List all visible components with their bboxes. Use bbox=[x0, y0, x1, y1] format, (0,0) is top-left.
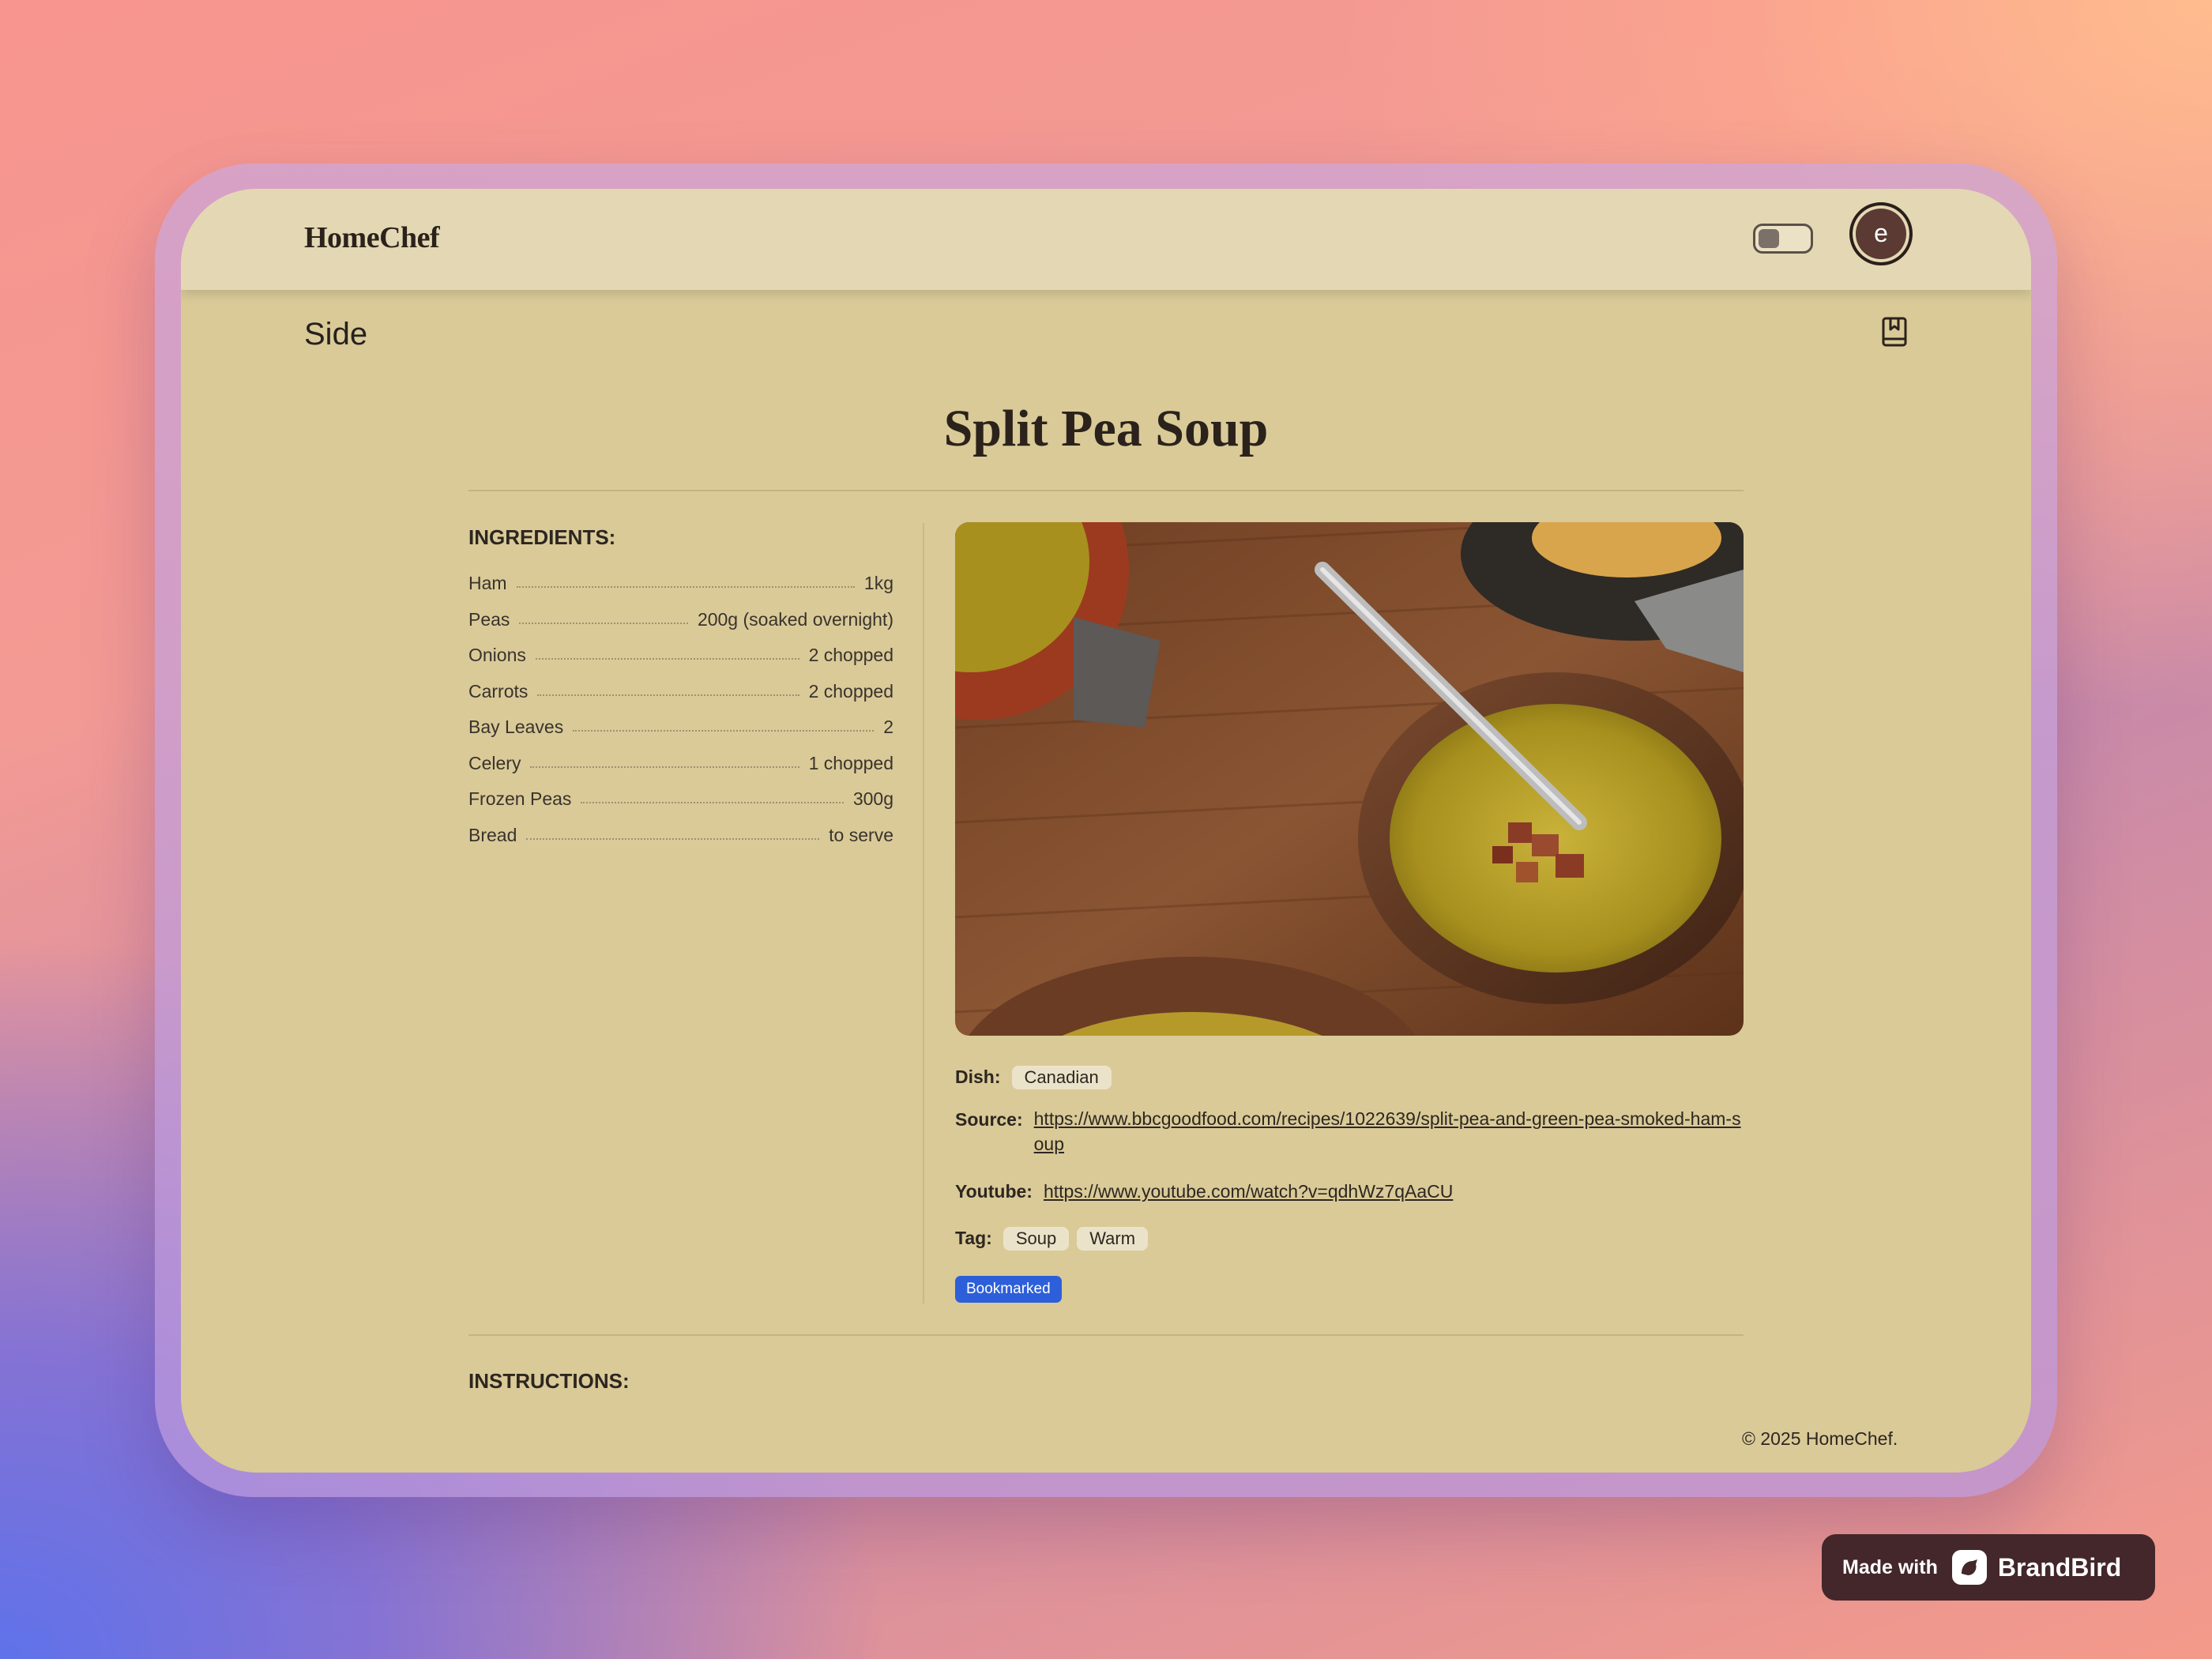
youtube-label: Youtube: bbox=[955, 1181, 1033, 1202]
dish-row: Dish: Canadian bbox=[955, 1066, 1119, 1089]
source-link[interactable]: https://www.bbcgoodfood.com/recipes/1022… bbox=[1034, 1106, 1745, 1157]
leader-dots bbox=[530, 766, 799, 768]
source-label: Source: bbox=[955, 1109, 1023, 1130]
ingredient-name: Carrots bbox=[468, 680, 529, 702]
ingredient-row: Frozen Peas 300g bbox=[468, 788, 893, 825]
ingredient-name: Ham bbox=[468, 573, 507, 593]
bookmark-icon[interactable] bbox=[1880, 316, 1909, 348]
ingredient-row: Ham 1kg bbox=[468, 573, 893, 609]
brandbird-logo-icon bbox=[1951, 1550, 1987, 1585]
ingredient-name: Peas bbox=[468, 608, 510, 630]
column-divider bbox=[923, 523, 924, 1304]
ingredient-qty: 1kg bbox=[863, 573, 893, 593]
ingredient-name: Onions bbox=[468, 645, 526, 665]
footer-copyright: © 2025 HomeChef. bbox=[1742, 1428, 1898, 1449]
tag-row: Tag: Soup Warm bbox=[955, 1227, 1156, 1251]
bookmarked-badge: Bookmarked bbox=[955, 1276, 1062, 1303]
top-navbar: HomeChef e bbox=[181, 189, 2031, 290]
app-screen: HomeChef e Side Split Pea Soup INGREDIEN… bbox=[181, 189, 2031, 1473]
leader-dots bbox=[581, 802, 844, 803]
dish-chip[interactable]: Canadian bbox=[1011, 1066, 1112, 1089]
toggle-knob bbox=[1759, 229, 1779, 248]
ingredient-row: Bread to serve bbox=[468, 825, 893, 861]
brandbird-watermark[interactable]: Made with BrandBird bbox=[1822, 1534, 2155, 1601]
dish-label: Dish: bbox=[955, 1066, 1001, 1087]
title-divider bbox=[468, 490, 1744, 491]
made-with-label: Made with bbox=[1842, 1556, 1938, 1578]
ingredient-row: Onions 2 chopped bbox=[468, 645, 893, 681]
youtube-row: Youtube: https://www.youtube.com/watch?v=… bbox=[955, 1181, 1453, 1202]
leader-dots bbox=[573, 730, 875, 732]
source-row: Source: https://www.bbcgoodfood.com/reci… bbox=[955, 1106, 1745, 1157]
tag-label: Tag: bbox=[955, 1228, 992, 1248]
ingredient-qty: 1 chopped bbox=[808, 752, 893, 773]
recipe-title: Split Pea Soup bbox=[943, 400, 1269, 457]
ingredient-name: Frozen Peas bbox=[468, 788, 572, 809]
ingredient-qty: to serve bbox=[829, 824, 893, 845]
tag-chip[interactable]: Warm bbox=[1077, 1227, 1149, 1251]
ingredients-heading: INGREDIENTS: bbox=[468, 525, 616, 549]
ingredient-qty: 2 chopped bbox=[808, 680, 893, 702]
instructions-divider bbox=[468, 1334, 1744, 1336]
instructions-heading: INSTRUCTIONS: bbox=[468, 1369, 630, 1393]
leader-dots bbox=[516, 586, 855, 588]
ingredient-row: Celery 1 chopped bbox=[468, 753, 893, 789]
theme-toggle[interactable] bbox=[1753, 224, 1813, 254]
youtube-link[interactable]: https://www.youtube.com/watch?v=qdhWz7qA… bbox=[1044, 1181, 1453, 1202]
ingredient-qty: 200g (soaked overnight) bbox=[697, 608, 893, 630]
user-avatar[interactable]: e bbox=[1849, 202, 1913, 265]
leader-dots bbox=[535, 658, 799, 660]
ingredient-row: Peas 200g (soaked overnight) bbox=[468, 609, 893, 645]
ingredient-qty: 2 bbox=[883, 717, 893, 737]
ingredient-qty: 2 chopped bbox=[808, 645, 893, 665]
ingredient-name: Bay Leaves bbox=[468, 717, 564, 737]
brand-name: BrandBird bbox=[1997, 1552, 2122, 1582]
ingredient-name: Bread bbox=[468, 824, 517, 845]
ingredient-qty: 300g bbox=[852, 788, 893, 809]
ingredients-list: Ham 1kg Peas 200g (soaked overnight) Onion… bbox=[468, 573, 893, 860]
leader-dots bbox=[537, 694, 799, 696]
tag-chip[interactable]: Soup bbox=[1003, 1227, 1070, 1251]
category-title: Side bbox=[304, 317, 368, 352]
recipe-photo bbox=[955, 522, 1744, 1036]
ingredient-name: Celery bbox=[468, 752, 521, 773]
app-logo[interactable]: HomeChef bbox=[304, 220, 440, 255]
ingredient-row: Carrots 2 chopped bbox=[468, 681, 893, 717]
ingredient-row: Bay Leaves 2 bbox=[468, 717, 893, 753]
leader-dots bbox=[526, 837, 820, 840]
leader-dots bbox=[519, 622, 688, 624]
